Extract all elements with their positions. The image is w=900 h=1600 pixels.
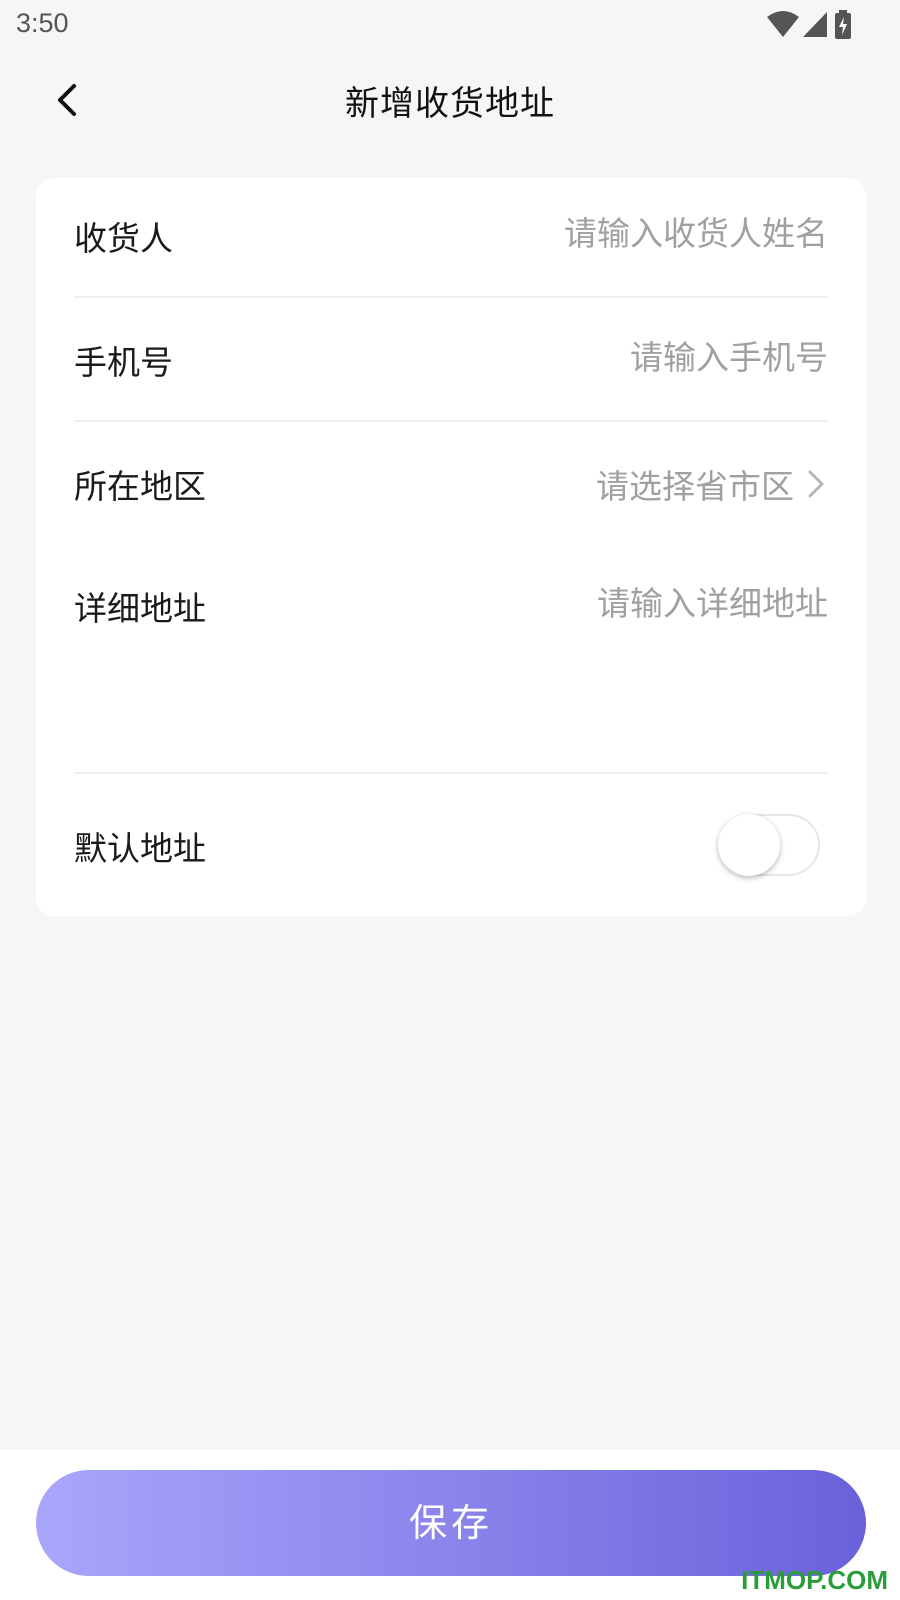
- toggle-knob: [718, 814, 780, 876]
- region-selector[interactable]: 所在地区 请选择省市区: [74, 458, 828, 508]
- receiver-row: 收货人: [74, 210, 828, 260]
- wifi-icon: [767, 11, 799, 37]
- watermark: ITMOP.COM: [741, 1565, 888, 1595]
- status-bar: 3:50: [0, 0, 900, 50]
- page-title: 新增收货地址: [345, 84, 555, 124]
- divider: [74, 420, 828, 422]
- divider: [74, 296, 828, 298]
- address-form-card: 收货人 手机号 所在地区 请选择省市区 详细地址 默认地址: [36, 178, 866, 916]
- header: 新增收货地址: [0, 50, 900, 150]
- detail-label: 详细地址: [74, 589, 206, 628]
- phone-label: 手机号: [74, 343, 173, 382]
- receiver-input[interactable]: [408, 210, 828, 256]
- region-placeholder: 请选择省市区: [596, 467, 794, 506]
- region-label: 所在地区: [74, 467, 206, 506]
- detail-address-input[interactable]: [408, 580, 828, 626]
- phone-row: 手机号: [74, 334, 828, 384]
- status-time: 3:50: [16, 8, 69, 38]
- default-address-label: 默认地址: [74, 829, 206, 868]
- default-address-toggle[interactable]: [718, 814, 820, 876]
- detail-row: 详细地址: [74, 580, 828, 760]
- chevron-right-icon: [808, 470, 824, 498]
- divider: [74, 772, 828, 774]
- default-address-row: 默认地址: [74, 820, 828, 870]
- save-button[interactable]: 保存: [36, 1470, 866, 1576]
- battery-charging-icon: [835, 10, 851, 39]
- phone-input[interactable]: [408, 334, 828, 380]
- signal-icon: [803, 12, 827, 37]
- receiver-label: 收货人: [74, 219, 173, 258]
